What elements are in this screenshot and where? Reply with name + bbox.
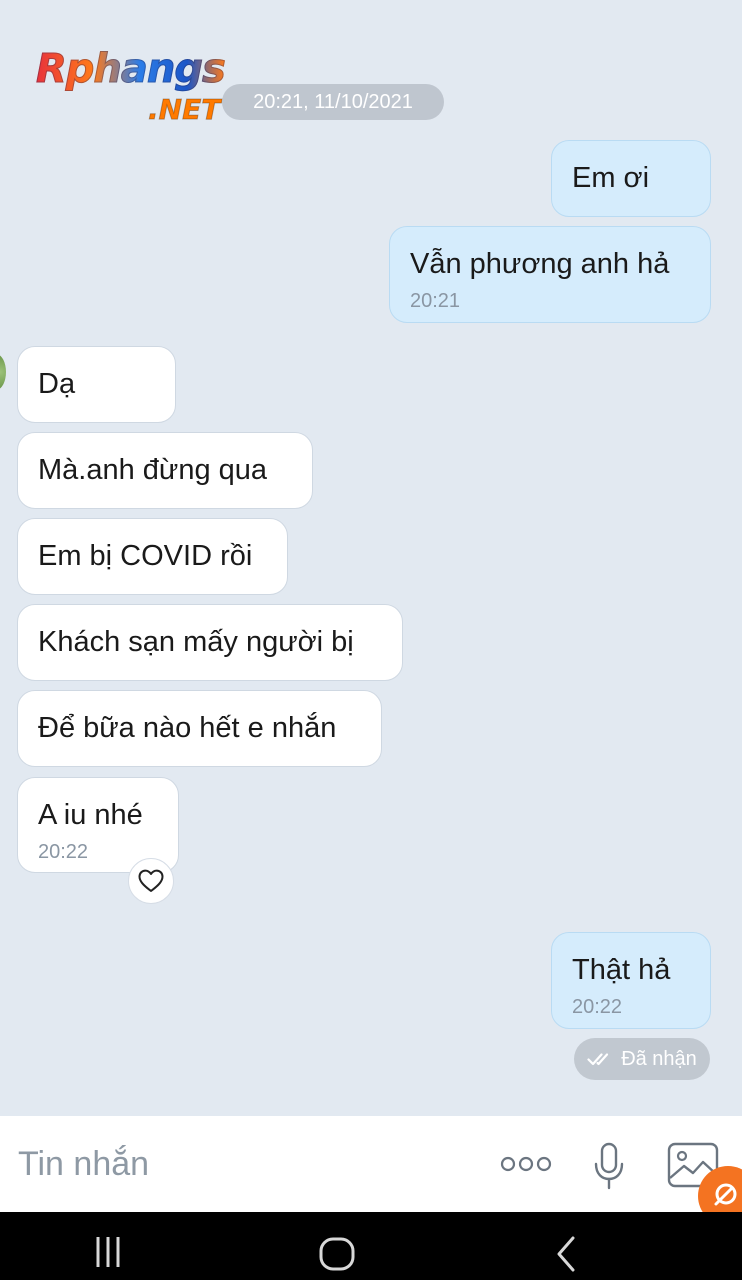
message-time: 20:22	[572, 996, 623, 1018]
back-icon	[557, 1236, 575, 1272]
watermark-logo-top: Rphangs	[36, 46, 227, 93]
message-text: A iu nhé	[38, 799, 143, 831]
message-bubble-in[interactable]: Dạ	[17, 346, 176, 423]
message-bubble-in[interactable]: Mà.anh đừng qua	[17, 432, 313, 509]
message-text: Dạ	[38, 368, 76, 400]
recent-apps-button[interactable]	[84, 1232, 132, 1272]
system-navigation-bar	[0, 1212, 742, 1280]
message-text: Mà.anh đừng qua	[38, 454, 268, 486]
home-icon	[319, 1237, 355, 1271]
chat-area[interactable]: Rphangs .NET 20:21, 11/10/2021 Em ơi Vẫn…	[0, 0, 742, 1116]
delivery-status-badge: Đã nhận	[574, 1038, 710, 1080]
message-bubble-in[interactable]: Em bị COVID rồi	[17, 518, 288, 595]
message-bubble-out[interactable]: Vẫn phương anh hả 20:21	[389, 226, 711, 323]
message-input[interactable]	[18, 1142, 458, 1186]
delivery-status-label: Đã nhận	[621, 1047, 697, 1070]
heart-icon	[138, 869, 164, 892]
react-heart-button[interactable]	[128, 858, 174, 904]
home-button[interactable]	[312, 1232, 362, 1276]
watermark-logo-bottom: .NET	[147, 93, 221, 126]
microphone-icon	[594, 1142, 624, 1190]
message-text: Thật hả	[572, 954, 671, 986]
date-separator: 20:21, 11/10/2021	[222, 84, 444, 120]
message-bubble-out[interactable]: Em ơi	[551, 140, 711, 217]
message-text: Em ơi	[572, 162, 650, 194]
message-text: Em bị COVID rồi	[38, 540, 253, 572]
message-time: 20:21	[410, 290, 461, 312]
more-options-button[interactable]	[496, 1146, 556, 1182]
message-text: Để bữa nào hết e nhắn	[38, 712, 337, 744]
voice-record-button[interactable]	[586, 1140, 632, 1192]
message-bubble-in[interactable]: Khách sạn mấy người bị	[17, 604, 403, 681]
message-text: Vẫn phương anh hả	[410, 248, 670, 280]
recent-apps-icon	[96, 1237, 120, 1267]
message-bubble-out[interactable]: Thật hả 20:22	[551, 932, 711, 1029]
back-button[interactable]	[544, 1232, 588, 1276]
double-check-icon	[587, 1053, 609, 1066]
message-text: Khách sạn mấy người bị	[38, 626, 354, 658]
message-composer	[0, 1116, 742, 1212]
message-bubble-in[interactable]: Để bữa nào hết e nhắn	[17, 690, 382, 767]
contact-avatar[interactable]	[0, 354, 6, 390]
more-dots-icon	[500, 1156, 552, 1172]
link-icon	[714, 1183, 737, 1206]
